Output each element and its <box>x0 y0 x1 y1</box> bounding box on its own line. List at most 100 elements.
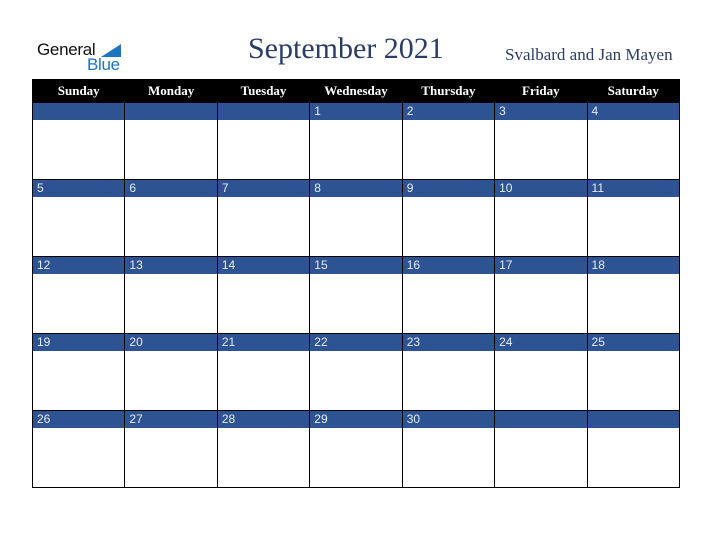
region-name: Svalbard and Jan Mayen <box>505 45 673 64</box>
day-notes-area <box>218 428 309 487</box>
day-notes-area <box>588 351 679 410</box>
day-number: 21 <box>217 334 310 351</box>
day-number: 29 <box>310 411 402 428</box>
day-cell[interactable]: 8 <box>309 179 403 257</box>
day-notes-area <box>125 274 216 333</box>
logo-text-blue: Blue <box>87 55 120 74</box>
day-notes-area <box>588 197 679 256</box>
day-notes-area <box>495 197 586 256</box>
day-cell[interactable] <box>586 410 681 488</box>
day-number: 10 <box>495 180 587 197</box>
day-cell[interactable] <box>494 410 588 488</box>
day-cell[interactable]: 1 <box>309 102 403 180</box>
day-number: 1 <box>310 103 402 120</box>
day-cell[interactable] <box>124 102 218 180</box>
day-number: 18 <box>587 257 679 274</box>
day-number: 7 <box>217 180 310 197</box>
day-cell[interactable]: 26 <box>31 410 126 488</box>
day-cell[interactable]: 27 <box>124 410 218 488</box>
day-cell[interactable]: 13 <box>124 256 218 334</box>
day-number: 30 <box>402 411 495 428</box>
day-cell[interactable]: 11 <box>586 179 681 257</box>
day-notes-area <box>218 274 309 333</box>
day-cell[interactable]: 28 <box>216 410 311 488</box>
weekday-header: Thursday <box>401 79 496 103</box>
day-number: 3 <box>495 103 587 120</box>
day-notes-area <box>403 351 494 410</box>
day-notes-area <box>403 120 494 179</box>
weekday-header: Wednesday <box>309 79 403 103</box>
day-cell[interactable] <box>216 102 311 180</box>
day-cell[interactable]: 30 <box>401 410 496 488</box>
calendar-grid: Sunday Monday Tuesday Wednesday Thursday… <box>31 79 681 488</box>
week-row: 26 27 28 29 30 <box>31 410 681 488</box>
day-number: 4 <box>587 103 679 120</box>
day-cell[interactable]: 4 <box>586 102 681 180</box>
day-notes-area <box>403 197 494 256</box>
weekday-header: Tuesday <box>216 79 311 103</box>
day-number: 22 <box>310 334 402 351</box>
day-cell[interactable]: 24 <box>494 333 588 411</box>
day-notes-area <box>495 428 586 487</box>
day-cell[interactable]: 29 <box>309 410 403 488</box>
day-notes-area <box>33 351 124 410</box>
day-cell[interactable]: 15 <box>309 256 403 334</box>
day-cell[interactable]: 25 <box>586 333 681 411</box>
day-notes-area <box>33 120 124 179</box>
weekday-header: Friday <box>494 79 588 103</box>
day-number: 13 <box>125 257 217 274</box>
day-notes-area <box>33 428 124 487</box>
day-notes-area <box>125 428 216 487</box>
day-cell[interactable]: 12 <box>31 256 126 334</box>
day-notes-area <box>125 120 216 179</box>
weekday-header: Saturday <box>586 79 681 103</box>
day-cell[interactable]: 20 <box>124 333 218 411</box>
day-cell[interactable]: 23 <box>401 333 496 411</box>
day-number: 12 <box>33 257 125 274</box>
day-number <box>217 103 310 120</box>
day-cell[interactable]: 17 <box>494 256 588 334</box>
day-notes-area <box>588 428 679 487</box>
day-number <box>125 103 217 120</box>
day-notes-area <box>310 274 401 333</box>
day-number: 23 <box>402 334 495 351</box>
day-cell[interactable]: 22 <box>309 333 403 411</box>
day-cell[interactable]: 6 <box>124 179 218 257</box>
day-cell[interactable]: 5 <box>31 179 126 257</box>
day-cell[interactable]: 14 <box>216 256 311 334</box>
day-cell[interactable]: 21 <box>216 333 311 411</box>
day-cell[interactable]: 19 <box>31 333 126 411</box>
day-cell[interactable]: 2 <box>401 102 496 180</box>
week-row: 19 20 21 22 23 24 25 <box>31 333 681 411</box>
week-row: 1234 <box>31 102 681 180</box>
generalblue-logo: General Blue <box>37 40 127 74</box>
day-notes-area <box>218 351 309 410</box>
weekday-header: Monday <box>124 79 218 103</box>
day-number <box>587 411 679 428</box>
day-cell[interactable]: 3 <box>494 102 588 180</box>
day-number: 2 <box>402 103 495 120</box>
day-notes-area <box>495 120 586 179</box>
calendar-title: September 2021 <box>248 32 444 65</box>
weekday-header-row: Sunday Monday Tuesday Wednesday Thursday… <box>31 79 681 103</box>
day-cell[interactable]: 7 <box>216 179 311 257</box>
day-notes-area <box>125 351 216 410</box>
day-cell[interactable]: 18 <box>586 256 681 334</box>
day-notes-area <box>218 197 309 256</box>
day-number: 8 <box>310 180 402 197</box>
day-notes-area <box>310 197 401 256</box>
day-notes-area <box>33 274 124 333</box>
day-cell[interactable]: 10 <box>494 179 588 257</box>
day-notes-area <box>403 428 494 487</box>
day-number: 26 <box>33 411 125 428</box>
day-cell[interactable]: 9 <box>401 179 496 257</box>
day-number: 20 <box>125 334 217 351</box>
day-notes-area <box>588 120 679 179</box>
day-number: 25 <box>587 334 679 351</box>
day-notes-area <box>218 120 309 179</box>
day-number <box>33 103 125 120</box>
day-cell[interactable] <box>31 102 126 180</box>
day-cell[interactable]: 16 <box>401 256 496 334</box>
day-number <box>495 411 587 428</box>
day-number: 15 <box>310 257 402 274</box>
